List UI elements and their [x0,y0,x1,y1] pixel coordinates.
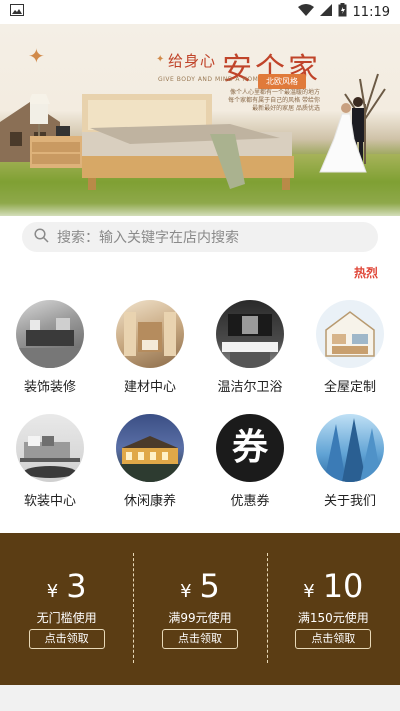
coupon-amount: 5 [199,567,220,605]
claim-coupon-button[interactable]: 点击领取 [161,629,238,649]
wifi-icon [297,4,314,20]
coupon-card: ¥ 3 无门槛使用 点击领取 [0,533,133,685]
battery-icon [338,3,347,21]
currency-symbol: ¥ [46,581,59,602]
category-item[interactable]: 温洁尔卫浴 [200,300,300,395]
bottom-area [0,685,400,711]
banner-description: 像个人心里都有一个最温暖的地方 每个家都有属于自己的风格 带给你最新最好的家居 … [228,89,320,112]
hot-marquee[interactable]: 热烈 [354,264,378,281]
category-item[interactable]: 装饰装修 [0,300,100,395]
search-icon [34,227,49,247]
custom-home-icon [316,300,384,368]
coupon-icon: 券 [216,414,284,482]
coupon-glyph: 券 [231,427,268,468]
coupon-card: ¥ 5 满99元使用 点击领取 [133,533,266,685]
coupon-condition: 无门槛使用 [36,611,97,625]
coupon-condition: 满150元使用 [297,611,369,625]
category-item[interactable]: 建材中心 [100,300,200,395]
category-label: 装饰装修 [23,380,76,395]
category-label: 优惠券 [230,494,270,509]
coupon-card: ¥ 10 满150元使用 点击领取 [266,533,400,685]
currency-symbol: ¥ [180,581,192,602]
category-label: 软装中心 [23,494,76,509]
category-item[interactable]: 软装中心 [0,414,100,509]
bathroom-icon [216,300,284,368]
maple-leaf-icon: ✦ [156,54,165,65]
decoration-icon [16,300,84,368]
category-label: 温洁尔卫浴 [217,380,283,395]
building-materials-icon [116,300,184,368]
claim-coupon-button[interactable]: 点击领取 [28,629,105,649]
search-input-placeholder[interactable]: 搜索：输入关键字在店内搜索 [57,227,239,247]
clock: 11:19 [352,4,390,20]
category-item[interactable]: 全屋定制 [300,300,400,395]
category-item[interactable]: 休闲康养 [100,414,200,509]
category-label: 关于我们 [323,494,376,509]
category-item[interactable]: 关于我们 [300,414,400,509]
banner-title-prefix: 给身心 [168,52,217,70]
coupon-section: ¥ 3 无门槛使用 点击领取 ¥ 5 满99元使用 点击领取 ¥ 10 满150… [0,533,400,685]
image-notification-icon [10,4,24,20]
currency-symbol: ¥ [303,581,315,602]
coupon-condition: 满99元使用 [168,611,232,625]
coupon-amount: 10 [322,567,364,605]
claim-coupon-button[interactable]: 点击领取 [295,629,372,649]
banner-style-tag: 北欧风格 [258,74,306,89]
wedding-couple-illustration [319,97,367,173]
banner-subtitle: GIVE BODY AND MIND A HOME [158,76,263,83]
signal-icon [319,4,332,20]
category-label: 休闲康养 [123,494,176,509]
promo-banner[interactable]: ✦ ✦ 给身心 安个家 GIVE BODY AND MIND A HOME 北欧… [0,24,400,216]
soft-furnishing-icon [16,414,84,482]
category-label: 建材中心 [123,380,176,395]
category-label: 全屋定制 [323,380,376,395]
about-us-icon [316,414,384,482]
search-bar[interactable]: 搜索：输入关键字在店内搜索 [22,222,378,252]
maple-leaf-icon: ✦ [28,44,45,68]
status-bar: 11:19 [0,0,400,24]
coupon-amount: 3 [66,567,87,605]
category-item[interactable]: 券 优惠券 [200,414,300,509]
leisure-icon [116,414,184,482]
